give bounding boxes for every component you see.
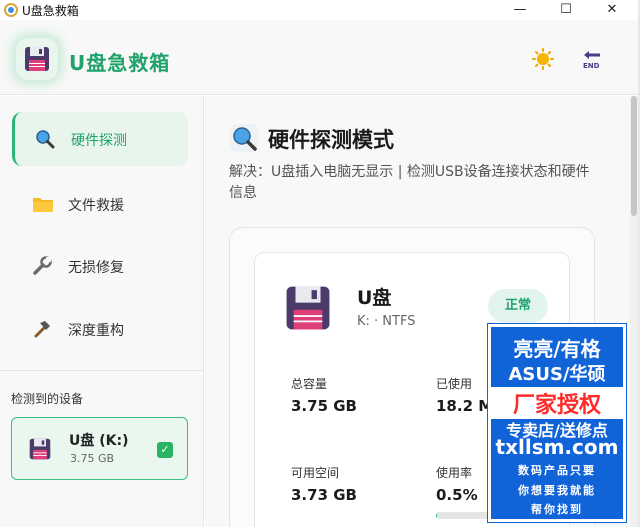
sidebar-item-deep-rebuild[interactable]: 深度重构: [12, 302, 188, 356]
maximize-button[interactable]: ☐: [546, 0, 586, 20]
app-name: U盘急救箱: [69, 51, 171, 75]
end-icon[interactable]: END: [580, 49, 604, 71]
promo-watermark: 亮亮/有格 ASUS/华硕 厂家授权 专卖店/送修点 txllsm.com 数码…: [487, 323, 627, 523]
promo-line: 你想要我就能: [518, 484, 596, 497]
wrench-icon: [32, 256, 52, 276]
sidebar-divider: [0, 370, 203, 371]
device-card[interactable]: U盘 (K:) 3.75 GB ✓: [11, 417, 188, 480]
free-space-label: 可用空间: [291, 466, 340, 480]
status-badge: 正常: [488, 289, 548, 323]
scrollbar[interactable]: [630, 96, 638, 527]
promo-line: ASUS/华硕: [508, 364, 606, 385]
magnifier-icon: [230, 124, 258, 152]
free-space-value: 3.73 GB: [291, 486, 357, 504]
checkmark-icon[interactable]: ✓: [157, 442, 173, 458]
sidebar-item-label: 深度重构: [68, 323, 124, 339]
sidebar-item-label: 无损修复: [68, 260, 124, 276]
promo-line: 帮你找到: [531, 503, 583, 516]
device-name: U盘 (K:): [69, 433, 129, 449]
device-size: 3.75 GB: [70, 452, 115, 465]
app-icon: [4, 3, 18, 17]
sidebar: 硬件探测 文件救援 无损修复 深度重构 检测到的设备 U盘 (K:) 3.75 …: [0, 96, 204, 527]
promo-line: 数码产品只要: [518, 464, 596, 477]
hammer-icon: [32, 319, 52, 339]
svg-text:END: END: [583, 62, 600, 70]
sun-icon[interactable]: [532, 48, 554, 70]
usage-label: 使用率: [436, 466, 473, 480]
sidebar-item-label: 硬件探测: [71, 133, 127, 149]
promo-line: txllsm.com: [495, 435, 619, 459]
floppy-logo-icon: [16, 38, 58, 80]
sidebar-item-lossless-repair[interactable]: 无损修复: [12, 239, 188, 293]
promo-line: 厂家授权: [491, 387, 623, 419]
page-description: 解决：U盘插入电脑无显示 | 检测USB设备连接状态和硬件信息: [229, 164, 590, 201]
usage-progress-fill: [436, 512, 438, 519]
close-button[interactable]: ✕: [592, 0, 632, 20]
total-capacity-value: 3.75 GB: [291, 397, 357, 415]
magnifier-icon: [35, 129, 55, 149]
devices-title: 检测到的设备: [11, 392, 84, 406]
used-label: 已使用: [436, 377, 473, 391]
usage-value: 0.5%: [436, 486, 478, 504]
sidebar-item-hardware-detect[interactable]: 硬件探测: [12, 112, 188, 166]
sidebar-item-file-rescue[interactable]: 文件救援: [12, 177, 188, 231]
minimize-button[interactable]: —: [500, 0, 540, 20]
floppy-icon: [283, 283, 333, 333]
floppy-icon: [28, 437, 52, 461]
app-header: U盘急救箱 END: [0, 20, 638, 95]
disk-meta: K: · NTFS: [357, 314, 416, 329]
window-title: U盘急救箱: [22, 4, 79, 18]
title-bar: U盘急救箱 — ☐ ✕: [0, 0, 640, 20]
sidebar-item-label: 文件救援: [68, 198, 124, 214]
folder-icon: [32, 194, 53, 214]
page-title: 硬件探测模式: [268, 128, 394, 152]
total-capacity-label: 总容量: [291, 377, 328, 391]
promo-line: 亮亮/有格: [513, 337, 601, 361]
disk-name: U盘: [357, 287, 392, 309]
scroll-thumb[interactable]: [631, 96, 637, 216]
